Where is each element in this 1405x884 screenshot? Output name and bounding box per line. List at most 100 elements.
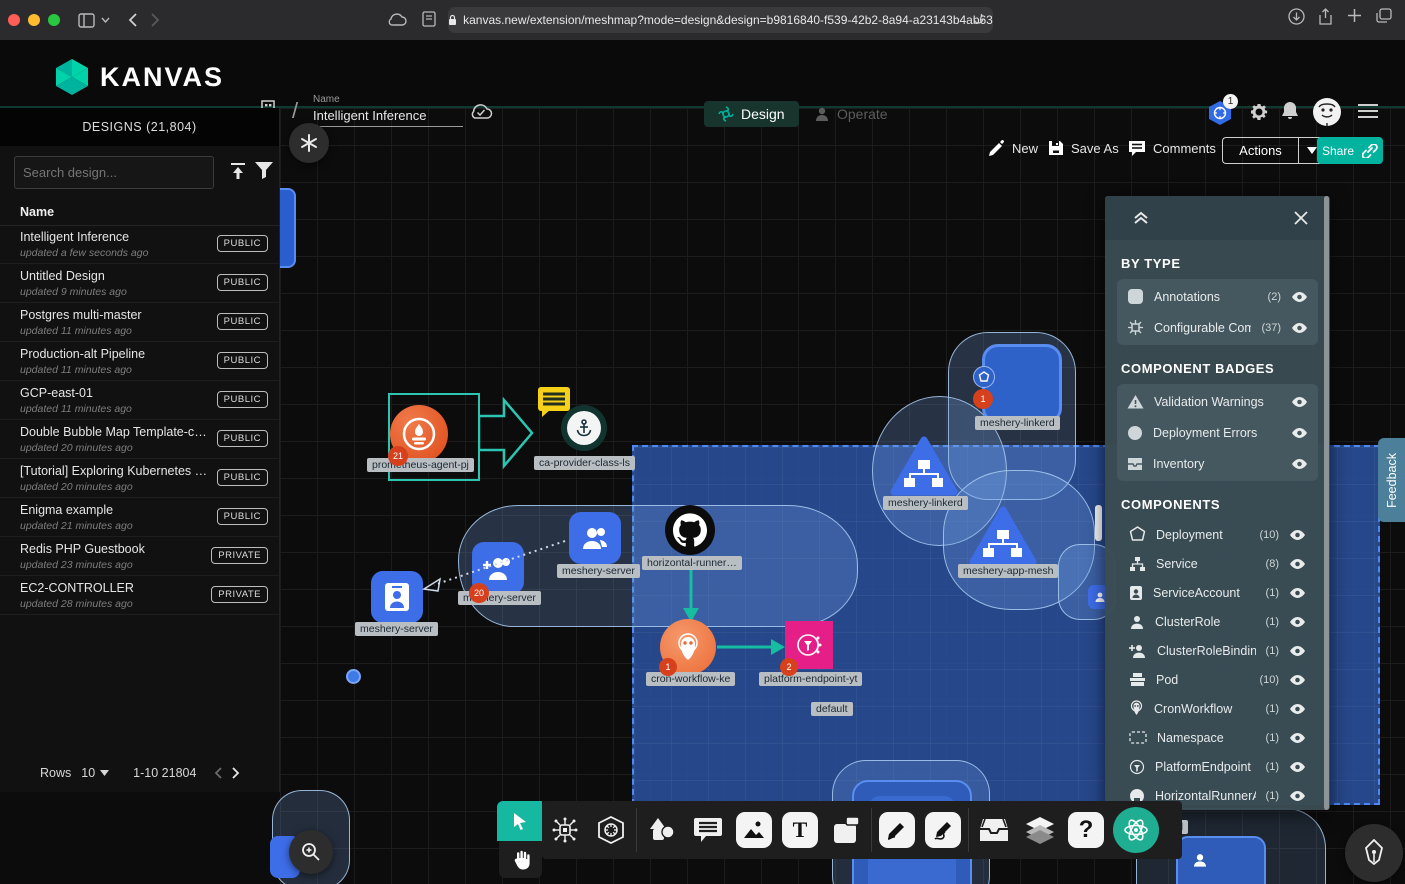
select-tool-button[interactable] <box>497 801 542 841</box>
design-search-box[interactable] <box>14 156 214 189</box>
reload-icon[interactable] <box>972 12 985 25</box>
design-list-item[interactable]: Double Bubble Map Template-copyupdated 2… <box>0 421 280 459</box>
design-list-item[interactable]: Untitled Designupdated 9 minutes agoPUBL… <box>0 265 280 303</box>
components-tool-button[interactable] <box>542 801 588 859</box>
visibility-eye-icon[interactable] <box>1289 558 1306 570</box>
share-button[interactable]: Share <box>1317 137 1383 164</box>
badge-row-inventory[interactable]: Inventory <box>1117 448 1318 479</box>
name-column-header[interactable]: Name <box>0 198 280 226</box>
flowchart-arrow-shape[interactable] <box>478 396 536 470</box>
import-design-button[interactable] <box>228 161 248 181</box>
chevron-down-icon[interactable] <box>101 17 110 23</box>
design-list-item[interactable]: [Tutorial] Exploring Kubernetes Podupdat… <box>0 460 280 498</box>
marker-tool-button[interactable] <box>920 801 966 859</box>
layers-tool-button[interactable] <box>1017 801 1063 859</box>
hamburger-menu-icon[interactable] <box>1358 104 1378 118</box>
component-row-namespace[interactable]: Namespace(1) <box>1117 723 1318 752</box>
prev-page-button[interactable] <box>214 767 222 779</box>
design-list-item[interactable]: Enigma exampleupdated 21 minutes agoPUBL… <box>0 499 280 537</box>
meshery-linkerd-service-node[interactable] <box>890 436 958 496</box>
text-tool-button[interactable]: T <box>777 801 823 859</box>
address-bar[interactable]: kanvas.new/extension/meshmap?mode=design… <box>448 7 993 33</box>
component-row-deployment[interactable]: Deployment(10) <box>1117 520 1318 549</box>
design-list-item[interactable]: GCP-east-01updated 11 minutes agoPUBLIC <box>0 382 280 420</box>
comments-button[interactable]: Comments <box>1128 140 1216 156</box>
pan-tool-button[interactable] <box>499 841 542 878</box>
design-list-item[interactable]: EC2-CONTROLLERupdated 28 minutes agoPRIV… <box>0 577 280 615</box>
rows-per-page-select[interactable]: 10 <box>81 766 109 780</box>
zoom-button[interactable] <box>289 830 333 874</box>
save-as-button[interactable]: Save As <box>1048 140 1119 156</box>
share-icon[interactable] <box>1318 8 1333 26</box>
actions-button[interactable]: Actions <box>1222 137 1298 164</box>
panel-scrollbar[interactable] <box>1324 196 1329 810</box>
visibility-eye-icon[interactable] <box>1291 458 1308 470</box>
visibility-eye-icon[interactable] <box>1289 529 1306 541</box>
by-type-row-configurable[interactable]: Configurable Compon(37) <box>1117 312 1318 343</box>
meshery-linkerd-node[interactable] <box>982 344 1062 424</box>
design-list-item[interactable]: Production-alt Pipelineupdated 11 minute… <box>0 343 280 381</box>
filter-button[interactable] <box>254 161 274 180</box>
visibility-eye-icon[interactable] <box>1289 703 1306 715</box>
image-tool-button[interactable] <box>731 801 777 859</box>
sticky-note-tool-button[interactable] <box>823 801 869 859</box>
back-button[interactable] <box>128 13 137 27</box>
freeze-layout-button[interactable] <box>289 123 329 163</box>
pen-tool-button[interactable] <box>874 801 920 859</box>
user-avatar[interactable] <box>1312 97 1342 127</box>
component-row-clusterrolebinding[interactable]: ClusterRoleBinding(1) <box>1117 636 1318 665</box>
kubernetes-context-icon[interactable]: 1 <box>1207 100 1233 126</box>
design-list-item[interactable]: Redis PHP Guestbookupdated 23 minutes ag… <box>0 538 280 576</box>
settings-gear-icon[interactable] <box>1249 102 1269 122</box>
design-list-item[interactable]: Intelligent Inferenceupdated a few secon… <box>0 226 280 264</box>
visibility-eye-icon[interactable] <box>1291 322 1308 334</box>
component-row-serviceaccount[interactable]: ServiceAccount(1) <box>1117 578 1318 607</box>
component-row-clusterrole[interactable]: ClusterRole(1) <box>1117 607 1318 636</box>
visibility-eye-icon[interactable] <box>1289 616 1306 628</box>
visibility-eye-icon[interactable] <box>1289 587 1306 599</box>
next-page-button[interactable] <box>232 767 240 779</box>
ca-provider-node[interactable] <box>561 405 607 451</box>
sidebar-toggle-icon[interactable] <box>78 13 95 28</box>
badge-row-validation-warnings[interactable]: Validation Warnings <box>1117 386 1318 417</box>
new-tab-icon[interactable] <box>1347 8 1362 23</box>
visibility-eye-icon[interactable] <box>1289 790 1306 802</box>
zoom-window-button[interactable] <box>48 14 60 26</box>
visibility-eye-icon[interactable] <box>1291 427 1308 439</box>
search-input[interactable] <box>15 165 207 180</box>
close-window-button[interactable] <box>8 14 20 26</box>
reader-icon[interactable] <box>422 11 436 27</box>
design-list-item[interactable]: Postgres multi-masterupdated 11 minutes … <box>0 304 280 342</box>
collapse-panel-icon[interactable] <box>1133 211 1149 225</box>
visibility-eye-icon[interactable] <box>1289 645 1306 657</box>
visibility-eye-icon[interactable] <box>1289 674 1306 686</box>
kanvas-logo[interactable]: KANVAS <box>54 58 224 96</box>
kubernetes-tool-button[interactable] <box>588 801 634 859</box>
drawer-tool-button[interactable] <box>971 801 1017 859</box>
visibility-eye-icon[interactable] <box>1291 396 1308 408</box>
visibility-eye-icon[interactable] <box>1289 761 1306 773</box>
by-type-row-annotations[interactable]: Annotations(2) <box>1117 281 1318 312</box>
selection-edge-handle[interactable] <box>1095 505 1102 541</box>
cloud-icon[interactable] <box>388 12 407 26</box>
visibility-eye-icon[interactable] <box>1291 291 1308 303</box>
component-row-pod[interactable]: Pod(10) <box>1117 665 1318 694</box>
help-tool-button[interactable]: ? <box>1063 801 1109 859</box>
whiteboarding-button[interactable] <box>1345 824 1403 882</box>
meshery-app-mesh-node[interactable] <box>969 506 1037 566</box>
consul-node[interactable] <box>1176 836 1266 884</box>
meshery-server-node[interactable] <box>371 571 423 623</box>
component-row-service[interactable]: Service(8) <box>1117 549 1318 578</box>
minimize-window-button[interactable] <box>28 14 40 26</box>
meshery-server-node[interactable] <box>569 512 621 564</box>
tab-operate[interactable]: Operate <box>800 101 902 127</box>
comment-tool-button[interactable] <box>685 801 731 859</box>
close-icon[interactable] <box>1294 211 1308 225</box>
meshery-tool-button[interactable] <box>1109 801 1163 859</box>
component-row-platformendpoint[interactable]: PlatformEndpoint(1) <box>1117 752 1318 781</box>
new-button[interactable]: New <box>988 140 1038 157</box>
tab-overview-icon[interactable] <box>1376 8 1392 23</box>
github-runner-node[interactable] <box>665 505 715 555</box>
tab-design[interactable]: Design <box>704 101 799 127</box>
badge-row-deployment-errors[interactable]: Deployment Errors <box>1117 417 1318 448</box>
